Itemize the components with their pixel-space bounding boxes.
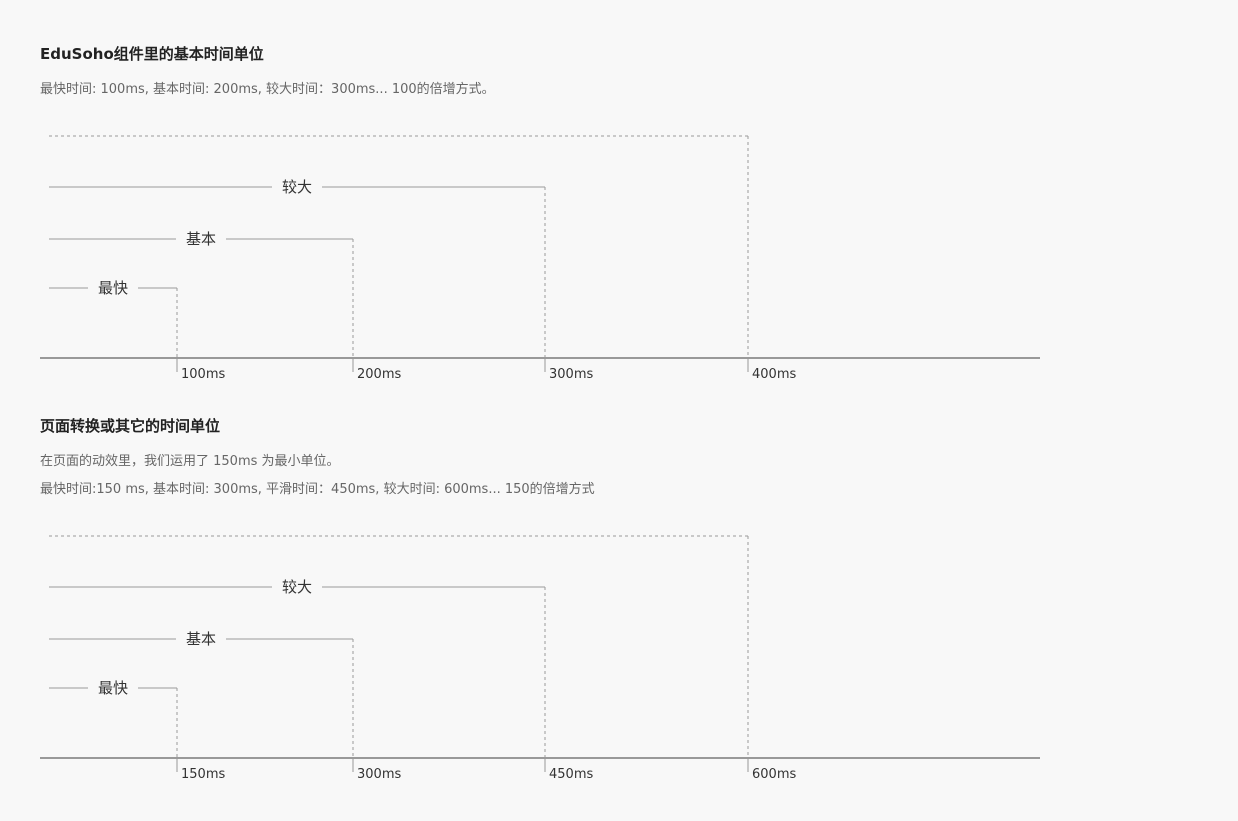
axis-tick-label: 100ms — [181, 367, 225, 382]
section-description: 最快时间:150 ms, 基本时间: 300ms, 平滑时间：450ms, 较大… — [40, 482, 595, 497]
tier-label: 最快 — [98, 679, 128, 697]
tier-label: 基本 — [186, 230, 216, 248]
axis-tick-label: 300ms — [549, 367, 593, 382]
axis-tick-label: 300ms — [357, 767, 401, 782]
section-description: 在页面的动效里，我们运用了 150ms 为最小单位。 — [40, 454, 340, 469]
timeline-diagram: 最快 基本 较大 100ms 200ms 300ms 400ms — [40, 135, 1040, 382]
tier-label: 基本 — [186, 630, 216, 648]
axis-tick-label: 450ms — [549, 767, 593, 782]
axis-tick-label: 200ms — [357, 367, 401, 382]
tier-label: 较大 — [282, 578, 312, 596]
axis-tick-label: 400ms — [752, 367, 796, 382]
axis-tick-label: 150ms — [181, 767, 225, 782]
timing-section-2: 页面转换或其它的时间单位 在页面的动效里，我们运用了 150ms 为最小单位。 … — [0, 400, 1238, 821]
section-description: 最快时间: 100ms, 基本时间: 200ms, 较大时间：300ms... … — [40, 82, 495, 97]
axis-tick-label: 600ms — [752, 767, 796, 782]
section-title: 页面转换或其它的时间单位 — [40, 417, 221, 435]
section-title: EduSoho组件里的基本时间单位 — [40, 45, 264, 63]
tier-label: 最快 — [98, 279, 128, 297]
timing-section-1: EduSoho组件里的基本时间单位 最快时间: 100ms, 基本时间: 200… — [0, 0, 1238, 400]
timeline-diagram: 最快 基本 较大 150ms 300ms 450ms 600ms — [40, 535, 1040, 782]
tier-label: 较大 — [282, 178, 312, 196]
